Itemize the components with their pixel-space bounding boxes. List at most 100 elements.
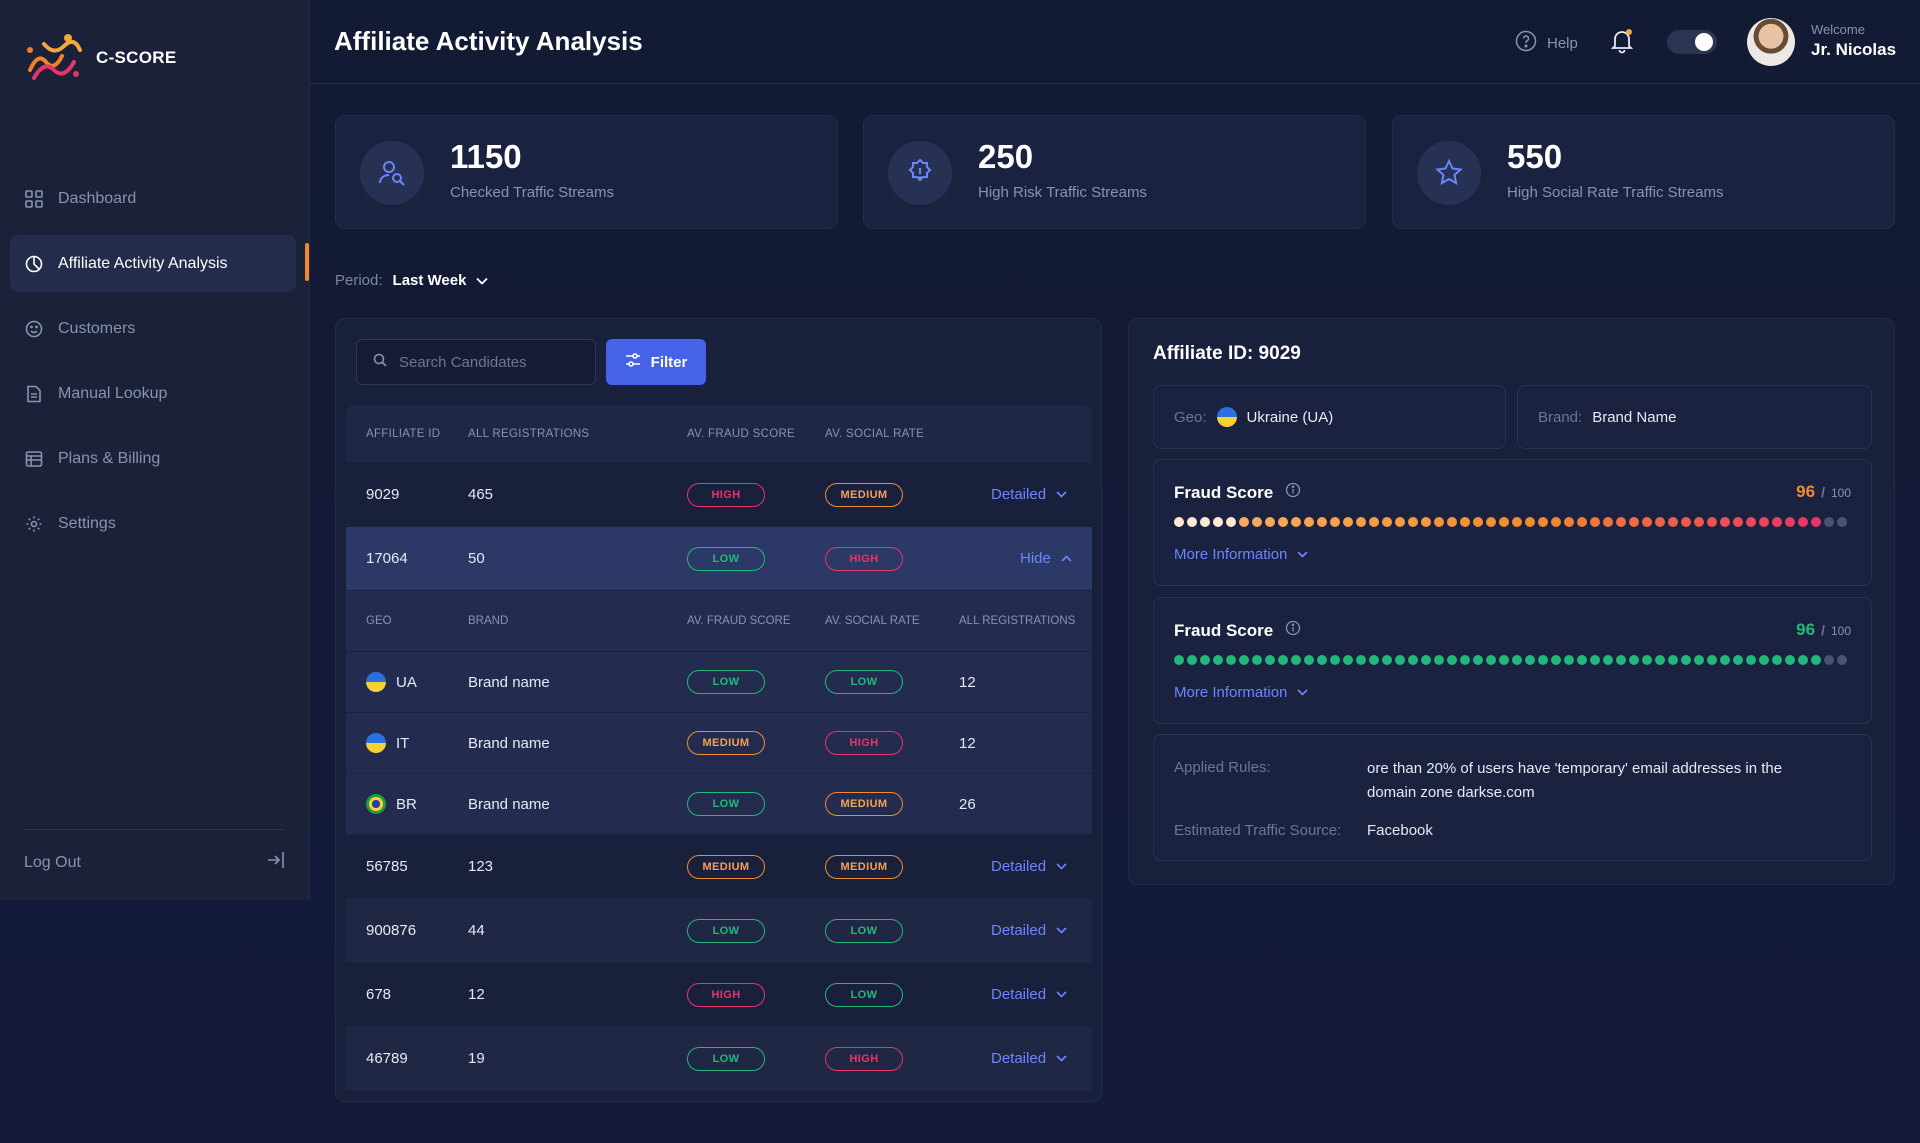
info-icon[interactable] bbox=[1285, 482, 1301, 503]
score-dot bbox=[1408, 517, 1418, 527]
stat-card-high-risk: 250 High Risk Traffic Streams bbox=[863, 115, 1366, 229]
chevron-up-icon bbox=[1061, 555, 1072, 562]
fraud-score-label: Fraud Score bbox=[1174, 482, 1274, 502]
social-rate-badge: LOW bbox=[825, 918, 903, 943]
score-dot bbox=[1655, 517, 1665, 527]
divider bbox=[24, 829, 284, 830]
score-dot bbox=[1382, 517, 1392, 527]
score-dot bbox=[1395, 517, 1405, 527]
column-header[interactable]: AV. SOCIAL RATE bbox=[825, 405, 924, 462]
fraud-score-badge: HIGH bbox=[687, 982, 765, 1007]
registrations: 465 bbox=[468, 486, 494, 503]
table-row-selected[interactable]: 17064 50 LOW HIGH Hide bbox=[346, 527, 1092, 591]
more-information-link[interactable]: More Information bbox=[1174, 546, 1308, 563]
help-icon bbox=[1515, 30, 1537, 56]
logout-icon bbox=[266, 850, 286, 875]
column-header: AV. FRAUD SCORE bbox=[687, 615, 791, 627]
table-row[interactable]: 900876 44 LOW LOW Detailed bbox=[346, 899, 1092, 963]
sidebar-item-customers[interactable]: Customers bbox=[10, 300, 296, 357]
score-dot bbox=[1694, 655, 1704, 665]
ua-flag-icon bbox=[366, 672, 386, 692]
social-rate-badge: LOW bbox=[825, 670, 903, 694]
affiliate-id: 9029 bbox=[366, 486, 400, 503]
score-dot bbox=[1759, 517, 1769, 527]
score-dot bbox=[1486, 517, 1496, 527]
sidebar-item-label: Dashboard bbox=[58, 189, 137, 207]
avatar[interactable] bbox=[1747, 18, 1795, 66]
table-row[interactable]: 46789 19 LOW HIGH Detailed bbox=[346, 1027, 1092, 1091]
table-row[interactable]: 56785 123 MEDIUM MEDIUM Detailed bbox=[346, 835, 1092, 899]
logo[interactable]: C-SCORE bbox=[24, 30, 177, 86]
hide-link[interactable]: Hide bbox=[1020, 550, 1072, 567]
score-dot bbox=[1551, 517, 1561, 527]
sidebar-item-dashboard[interactable]: Dashboard bbox=[10, 170, 296, 227]
period-label: Period: bbox=[335, 272, 383, 289]
score-dot bbox=[1369, 517, 1379, 527]
detailed-link[interactable]: Detailed bbox=[991, 858, 1067, 875]
notifications-button[interactable] bbox=[1610, 28, 1634, 59]
table-row[interactable]: 9029 465 HIGH MEDIUM Detailed bbox=[346, 463, 1092, 527]
fraud-score-value: 96 / 100 bbox=[1796, 620, 1851, 640]
logout-button[interactable]: Log Out bbox=[24, 850, 286, 875]
sidebar-item-settings[interactable]: Settings bbox=[10, 495, 296, 552]
score-number: 96 bbox=[1796, 620, 1816, 639]
score-dot bbox=[1252, 517, 1262, 527]
logo-icon bbox=[27, 34, 82, 80]
period-select[interactable]: Period: Last Week bbox=[335, 272, 489, 289]
help-button[interactable]: Help bbox=[1515, 30, 1578, 56]
score-dot bbox=[1746, 655, 1756, 665]
chevron-down-icon bbox=[1297, 689, 1308, 696]
column-header[interactable]: AV. FRAUD SCORE bbox=[687, 405, 795, 462]
score-dot bbox=[1668, 655, 1678, 665]
score-dot bbox=[1291, 517, 1301, 527]
detailed-link[interactable]: Detailed bbox=[991, 986, 1067, 1003]
logo-text: C-SCORE bbox=[96, 48, 177, 67]
score-dot bbox=[1759, 655, 1769, 665]
score-dot bbox=[1499, 655, 1509, 665]
gear-icon bbox=[24, 514, 44, 534]
more-label: More Information bbox=[1174, 684, 1288, 701]
column-header: GEO bbox=[366, 615, 392, 627]
column-header[interactable]: AFFILIATE ID bbox=[366, 405, 440, 462]
search-input[interactable]: Search Candidates bbox=[356, 339, 596, 385]
sidebar-item-plans-billing[interactable]: Plans & Billing bbox=[10, 430, 296, 487]
geo-code: IT bbox=[396, 734, 410, 752]
table-row[interactable]: 678 12 HIGH LOW Detailed bbox=[346, 963, 1092, 1027]
bell-icon bbox=[1610, 29, 1634, 54]
it-flag-icon bbox=[366, 733, 386, 753]
score-dot bbox=[1304, 655, 1314, 665]
detailed-link[interactable]: Detailed bbox=[991, 922, 1067, 939]
score-dot bbox=[1213, 655, 1223, 665]
social-rate-badge: HIGH bbox=[825, 546, 903, 571]
br-flag-icon bbox=[366, 794, 386, 814]
score-dot bbox=[1395, 655, 1405, 665]
column-header[interactable]: ALL REGISTRATIONS bbox=[468, 405, 589, 462]
sidebar-item-manual-lookup[interactable]: Manual Lookup bbox=[10, 365, 296, 422]
affiliate-id: 900876 bbox=[366, 922, 417, 939]
info-icon[interactable] bbox=[1285, 620, 1301, 641]
score-dot bbox=[1317, 655, 1327, 665]
stat-card-checked: 1150 Checked Traffic Streams bbox=[335, 115, 838, 229]
sidebar-item-affiliate-activity-analysis[interactable]: Affiliate Activity Analysis bbox=[10, 235, 296, 292]
geo-code: BR bbox=[396, 795, 417, 813]
score-dot bbox=[1343, 655, 1353, 665]
score-dot bbox=[1499, 517, 1509, 527]
detailed-link[interactable]: Detailed bbox=[991, 486, 1067, 503]
star-badge-icon bbox=[1417, 141, 1481, 205]
theme-toggle[interactable] bbox=[1667, 30, 1717, 54]
score-dot bbox=[1369, 655, 1379, 665]
sidebar-item-label: Manual Lookup bbox=[58, 384, 168, 402]
score-dot bbox=[1265, 517, 1275, 527]
more-information-link[interactable]: More Information bbox=[1174, 684, 1308, 701]
sidebar-nav: Dashboard Affiliate Activity Analysis Cu… bbox=[10, 170, 296, 560]
rules-value: ore than 20% of users have 'temporary' e… bbox=[1367, 760, 1783, 801]
welcome-text: Welcome bbox=[1811, 22, 1865, 37]
score-dot bbox=[1473, 517, 1483, 527]
detailed-link[interactable]: Detailed bbox=[991, 1050, 1067, 1067]
social-rate-badge: MEDIUM bbox=[825, 854, 903, 879]
filter-button[interactable]: Filter bbox=[606, 339, 706, 385]
chevron-down-icon bbox=[1297, 551, 1308, 558]
brand-name: Brand name bbox=[468, 795, 550, 813]
detail-title: Affiliate ID: 9029 bbox=[1153, 343, 1301, 364]
score-dot bbox=[1603, 655, 1613, 665]
